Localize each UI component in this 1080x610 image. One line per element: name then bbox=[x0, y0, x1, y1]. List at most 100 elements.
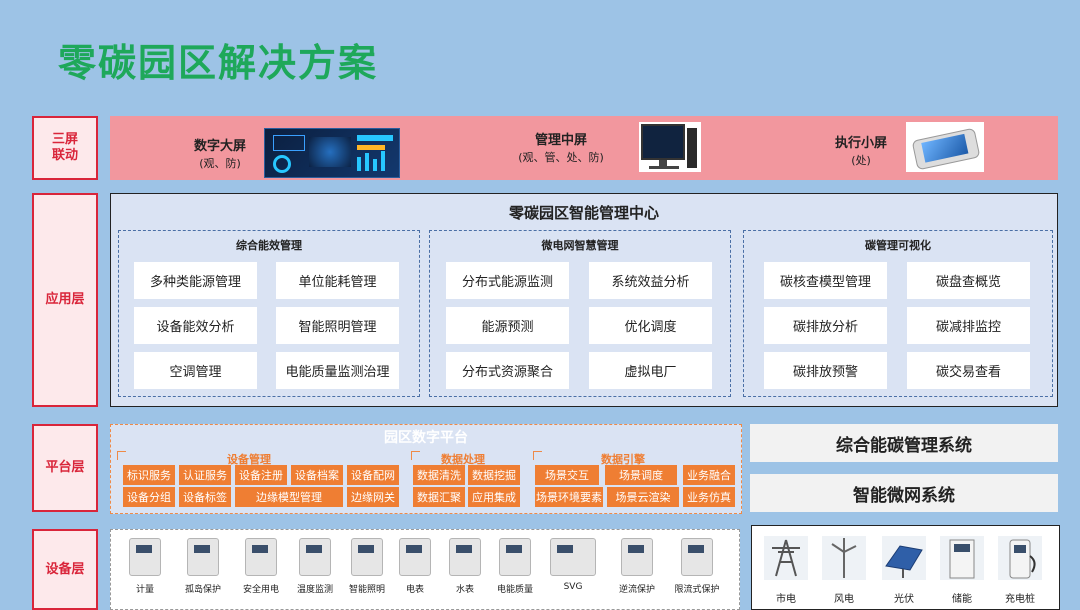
energy-sources-panel: 市电 风电 光伏 储能 充电桩 bbox=[751, 525, 1060, 610]
device-island-protection[interactable]: 孤岛保护 bbox=[177, 538, 229, 595]
device-label: 电能质量 bbox=[496, 585, 533, 595]
platform-item[interactable]: 设备标签 bbox=[179, 487, 231, 507]
app-item[interactable]: 多种类能源管理 bbox=[134, 262, 257, 299]
device-label: 智能照明 bbox=[348, 585, 385, 595]
platform-item[interactable]: 边缘网关 bbox=[347, 487, 399, 507]
app-item[interactable]: 虚拟电厂 bbox=[589, 352, 712, 389]
platform-panel: 园区数字平台 设备管理 标识服务 认证服务 设备注册 设备档案 设备配网 设备分… bbox=[110, 424, 742, 514]
platform-item[interactable]: 认证服务 bbox=[179, 465, 231, 485]
app-item[interactable]: 碳盘查概览 bbox=[907, 262, 1030, 299]
platform-item[interactable]: 场景环境要素 bbox=[535, 487, 603, 507]
platform-item[interactable]: 设备配网 bbox=[347, 465, 399, 485]
energy-charging[interactable]: 充电桩 bbox=[994, 536, 1046, 605]
app-layer-panel: 零碳园区智能管理中心 综合能效管理 多种类能源管理 单位能耗管理 设备能效分析 … bbox=[110, 193, 1058, 407]
platform-item[interactable]: 应用集成 bbox=[468, 487, 520, 507]
platform-title: 园区数字平台 bbox=[384, 430, 468, 446]
device-label: 安全用电 bbox=[242, 585, 279, 595]
app-item[interactable]: 设备能效分析 bbox=[134, 307, 257, 344]
energy-label: 储能 bbox=[952, 594, 972, 605]
platform-item[interactable]: 数据汇聚 bbox=[413, 487, 465, 507]
device-safe-power[interactable]: 安全用电 bbox=[235, 538, 287, 595]
app-layer-title: 零碳园区智能管理中心 bbox=[508, 204, 659, 222]
energy-label: 风电 bbox=[834, 594, 854, 605]
platform-item[interactable]: 业务仿真 bbox=[683, 487, 735, 507]
device-power-quality[interactable]: 电能质量 bbox=[489, 538, 541, 595]
device-label: 水表 bbox=[455, 585, 474, 595]
platform-item[interactable]: 标识服务 bbox=[123, 465, 175, 485]
app-item[interactable]: 电能质量监测治理 bbox=[276, 352, 399, 389]
platform-item[interactable]: 业务融合 bbox=[683, 465, 735, 485]
device-current-limit[interactable]: 限流式保护 bbox=[671, 538, 723, 595]
platform-item[interactable]: 数据挖掘 bbox=[468, 465, 520, 485]
app-group-microgrid: 微电网智慧管理 分布式能源监测 系统效益分析 能源预测 优化调度 分布式资源聚合… bbox=[429, 230, 731, 397]
app-item[interactable]: 空调管理 bbox=[134, 352, 257, 389]
device-label: 孤岛保护 bbox=[184, 585, 221, 595]
device-panel: 计量 孤岛保护 安全用电 温度监测 智能照明 电表 水表 电能质量 SVG 逆流… bbox=[110, 529, 740, 610]
platform-item[interactable]: 设备分组 bbox=[123, 487, 175, 507]
energy-storage[interactable]: 储能 bbox=[936, 536, 988, 605]
screen-big-sub: (观、防) bbox=[199, 157, 241, 170]
layer-label-app: 应用层 bbox=[32, 193, 98, 407]
charging-pile-icon bbox=[998, 536, 1042, 580]
bracket-decoration bbox=[411, 451, 420, 460]
platform-item[interactable]: 场景调度 bbox=[605, 465, 677, 485]
device-water-meter[interactable]: 水表 bbox=[439, 538, 491, 595]
platform-item[interactable]: 设备注册 bbox=[235, 465, 287, 485]
desktop-pc-image bbox=[639, 122, 701, 172]
svg-cabinet-icon bbox=[550, 538, 596, 576]
power-tower-icon bbox=[764, 536, 808, 580]
app-item[interactable]: 单位能耗管理 bbox=[276, 262, 399, 299]
device-electric-meter[interactable]: 电表 bbox=[389, 538, 441, 595]
platform-item[interactable]: 边缘模型管理 bbox=[235, 487, 343, 507]
app-item[interactable]: 分布式资源聚合 bbox=[446, 352, 569, 389]
platform-item[interactable]: 数据清洗 bbox=[413, 465, 465, 485]
electric-meter-icon bbox=[399, 538, 431, 576]
reverse-protection-icon bbox=[621, 538, 653, 576]
app-item[interactable]: 智能照明管理 bbox=[276, 307, 399, 344]
group-title: 碳管理可视化 bbox=[865, 239, 931, 252]
screen-mid-sub: (观、管、处、防) bbox=[518, 151, 604, 164]
bracket-decoration bbox=[533, 451, 542, 460]
app-item[interactable]: 能源预测 bbox=[446, 307, 569, 344]
layer-label-device: 设备层 bbox=[32, 529, 98, 610]
device-temperature[interactable]: 温度监测 bbox=[289, 538, 341, 595]
layer-label-screens-text: 三屏 联动 bbox=[51, 132, 78, 163]
app-item[interactable]: 碳减排监控 bbox=[907, 307, 1030, 344]
app-item[interactable]: 系统效益分析 bbox=[589, 262, 712, 299]
energy-wind[interactable]: 风电 bbox=[818, 536, 870, 605]
page-title: 零碳园区解决方案 bbox=[58, 41, 379, 85]
energy-grid[interactable]: 市电 bbox=[760, 536, 812, 605]
platform-item[interactable]: 场景交互 bbox=[535, 465, 599, 485]
current-limit-icon bbox=[681, 538, 713, 576]
app-item[interactable]: 碳交易查看 bbox=[907, 352, 1030, 389]
platform-item[interactable]: 设备档案 bbox=[291, 465, 343, 485]
device-meter[interactable]: 计量 bbox=[119, 538, 171, 595]
smartphone-image bbox=[906, 122, 984, 172]
app-group-energy-efficiency: 综合能效管理 多种类能源管理 单位能耗管理 设备能效分析 智能照明管理 空调管理… bbox=[118, 230, 420, 397]
device-label: SVG bbox=[563, 582, 583, 592]
device-label: 计量 bbox=[135, 585, 154, 595]
device-label: 逆流保护 bbox=[618, 585, 655, 595]
device-svg[interactable]: SVG bbox=[547, 538, 599, 592]
system-microgrid[interactable]: 智能微网系统 bbox=[750, 474, 1058, 512]
app-item[interactable]: 碳排放预警 bbox=[764, 352, 887, 389]
app-item[interactable]: 优化调度 bbox=[589, 307, 712, 344]
island-protection-icon bbox=[187, 538, 219, 576]
energy-label: 市电 bbox=[776, 594, 796, 605]
dashboard-image bbox=[264, 128, 400, 178]
energy-solar[interactable]: 光伏 bbox=[878, 536, 930, 605]
app-item[interactable]: 碳核查模型管理 bbox=[764, 262, 887, 299]
safe-power-icon bbox=[245, 538, 277, 576]
screen-mid-title: 管理中屏 (观、管、处、防) bbox=[512, 132, 610, 166]
device-reverse-protection[interactable]: 逆流保护 bbox=[611, 538, 663, 595]
bracket-decoration bbox=[117, 451, 126, 460]
battery-cabinet-icon bbox=[940, 536, 984, 580]
device-smart-lighting[interactable]: 智能照明 bbox=[341, 538, 393, 595]
device-label: 限流式保护 bbox=[674, 585, 720, 595]
app-item[interactable]: 分布式能源监测 bbox=[446, 262, 569, 299]
platform-item[interactable]: 场景云渲染 bbox=[607, 487, 679, 507]
screen-mid-name: 管理中屏 bbox=[534, 133, 587, 148]
temperature-monitor-icon bbox=[299, 538, 331, 576]
app-item[interactable]: 碳排放分析 bbox=[764, 307, 887, 344]
system-carbon-management[interactable]: 综合能碳管理系统 bbox=[750, 424, 1058, 462]
